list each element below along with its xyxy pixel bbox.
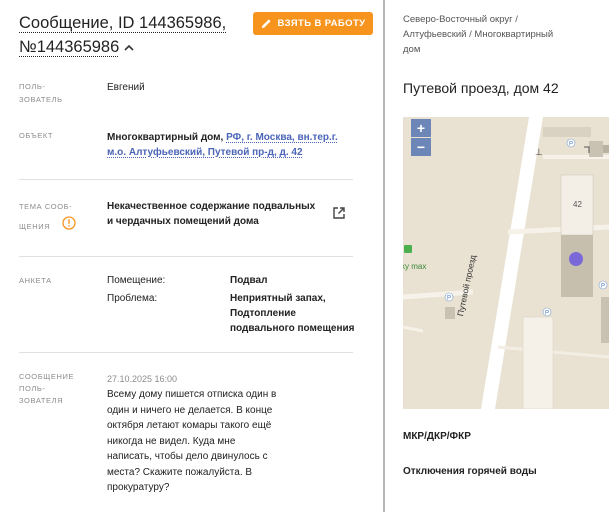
divider <box>19 352 353 353</box>
map-building-number: 42 <box>573 200 582 209</box>
take-to-work-button[interactable]: ВЗЯТЬ В РАБОТУ <box>253 12 373 35</box>
divider <box>19 256 353 257</box>
parking-icon: P <box>444 292 454 302</box>
pencil-icon <box>261 19 271 29</box>
chevron-up-icon[interactable] <box>123 42 135 54</box>
object-address-link-2[interactable]: м.о. Алтуфьевский, Путевой пр-д, д. 42 <box>107 147 303 158</box>
map-poi-name: ky max <box>403 262 427 271</box>
panel-scrollbar[interactable] <box>383 0 385 512</box>
object-address-link[interactable]: РФ, г. Москва, вн.тер.г. <box>226 132 338 143</box>
map-location-marker[interactable] <box>569 252 583 266</box>
parking-icon: P <box>542 307 552 317</box>
svg-text:P: P <box>569 142 573 148</box>
svg-text:P: P <box>447 296 451 302</box>
form-label: АНКЕТА <box>19 276 52 285</box>
parking-icon: P <box>566 138 576 148</box>
map-view[interactable]: P P P P ⊥ + − 42 Путевой проезд ky max <box>403 117 609 409</box>
form-key-problem: Проблема: <box>107 293 158 304</box>
map-building-annex <box>561 235 593 297</box>
warning-icon[interactable] <box>62 216 76 230</box>
user-message-text: Всему дому пишется отписка один в один и… <box>107 389 277 493</box>
take-to-work-label: ВЗЯТЬ В РАБОТУ <box>277 18 366 29</box>
svg-text:P: P <box>601 284 605 290</box>
shop-icon <box>404 245 412 253</box>
address-title: Путевой проезд, дом 42 <box>403 80 559 96</box>
section-hot-water-heading[interactable]: Отключения горячей воды <box>403 466 537 477</box>
svg-text:P: P <box>545 311 549 317</box>
section-mkr-heading[interactable]: МКР/ДКР/ФКР <box>403 431 471 442</box>
breadcrumb: Северо-Восточный округ / Алтуфьевский / … <box>403 14 554 55</box>
topic-value: Некачественное содержание подвальных и ч… <box>107 201 316 227</box>
object-label: ОБЪЕКТ <box>19 131 53 140</box>
user-label: ПОЛЬ- ЗОВАТЕЛЬ <box>19 82 63 104</box>
parking-icon: P <box>598 280 608 290</box>
user-message-date: 27.10.2025 16:00 <box>107 374 178 384</box>
zoom-in-button[interactable]: + <box>411 119 431 137</box>
object-value: Многоквартирный дом, РФ, г. Москва, вн.т… <box>107 132 338 158</box>
form-value-room: Подвал <box>230 275 268 286</box>
form-key-room: Помещение: <box>107 275 166 286</box>
form-value-problem: Неприятный запах, Подтопление подвальног… <box>230 293 355 334</box>
user-message-label: СООБЩЕНИЕ ПОЛЬ- ЗОВАТЕЛЯ <box>19 372 75 405</box>
external-link-icon[interactable] <box>332 206 346 220</box>
divider <box>19 179 353 180</box>
message-panel: Сообщение, ID 144365986, №144365986 ВЗЯТ… <box>0 0 378 512</box>
message-title[interactable]: Сообщение, ID 144365986, №144365986 <box>19 11 239 59</box>
user-value: Евгений <box>107 82 145 93</box>
zoom-out-button[interactable]: − <box>411 138 431 156</box>
svg-text:⊥: ⊥ <box>535 148 543 158</box>
